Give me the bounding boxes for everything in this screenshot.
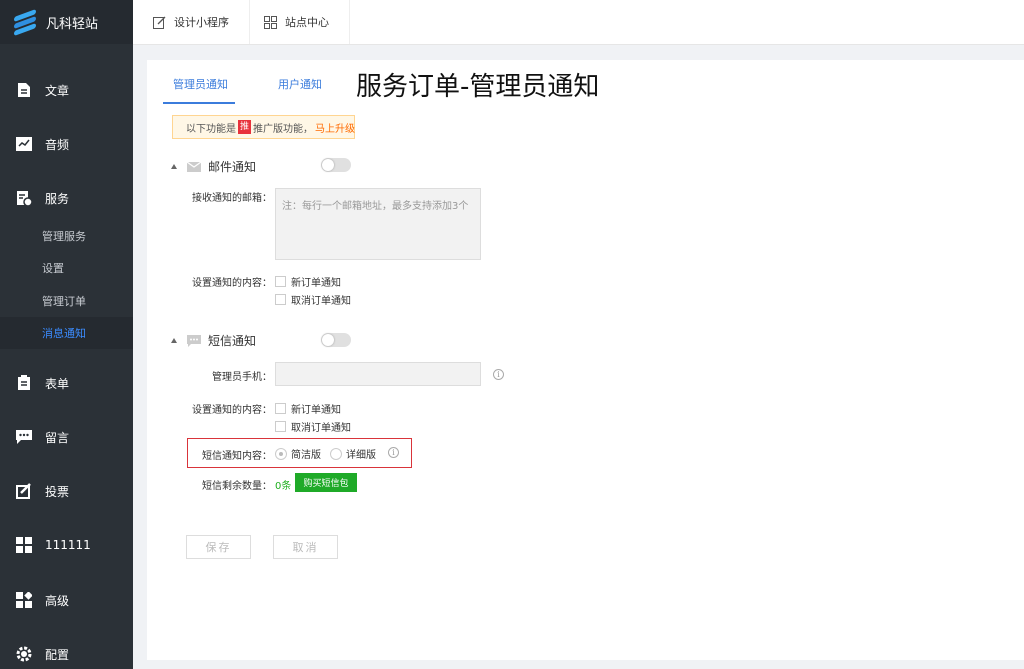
site-center-button[interactable]: 站点中心 <box>244 0 350 44</box>
sidebar-sub-manage-service[interactable]: 管理服务 <box>0 220 133 252</box>
sms-content-label: 设置通知的内容： <box>192 405 272 416</box>
edit-icon <box>153 16 166 29</box>
sidebar-item-service[interactable]: 服务 <box>0 180 133 216</box>
admin-phone-input[interactable] <box>275 362 481 386</box>
content-card: 管理员通知 用户通知 服务订单-管理员通知 以下功能是 推 推广版功能， 马上升… <box>147 60 1024 660</box>
sms-section-header[interactable]: 短信通知 <box>171 332 256 349</box>
sms-toggle[interactable] <box>321 333 351 347</box>
buy-sms-package-button[interactable]: 购买短信包 <box>295 473 357 492</box>
email-input[interactable] <box>275 188 481 260</box>
sms-remaining-label: 短信剩余数量： <box>202 481 272 492</box>
sidebar-item-form[interactable]: 表单 <box>0 365 133 401</box>
logo-icon <box>14 8 36 37</box>
promo-badge: 推 <box>238 120 252 134</box>
sidebar-item-article[interactable]: 文章 <box>0 72 133 108</box>
page-title: 服务订单-管理员通知 <box>356 72 600 102</box>
sms-cancel-order-checkbox[interactable]: 取消订单通知 <box>275 419 351 434</box>
sidebar-item-111111[interactable]: 111111 <box>0 527 133 563</box>
apps-icon <box>264 15 277 29</box>
radio-simple[interactable]: 简洁版 <box>275 446 321 461</box>
collapse-icon <box>171 338 177 343</box>
grid-icon <box>16 537 32 553</box>
form-icon <box>16 375 32 391</box>
email-new-order-checkbox[interactable]: 新订单通知 <box>275 274 341 289</box>
sidebar: 凡科轻站 文章 音频 服务 管理服务 设置 管理订单 消息通知 表单 留言 投票… <box>0 0 133 669</box>
logo[interactable]: 凡科轻站 <box>0 0 133 44</box>
sidebar-item-config[interactable]: 配置 <box>0 636 133 669</box>
upgrade-notice: 以下功能是 推 推广版功能， 马上升级 <box>172 115 355 139</box>
sms-content-type-label: 短信通知内容： <box>202 451 272 462</box>
cancel-button[interactable]: 取消 <box>273 535 338 559</box>
email-content-label: 设置通知的内容： <box>192 278 272 289</box>
design-miniprogram-button[interactable]: 设计小程序 <box>133 0 250 44</box>
email-cancel-order-checkbox[interactable]: 取消订单通知 <box>275 292 351 307</box>
save-button[interactable]: 保存 <box>186 535 251 559</box>
sms-icon <box>187 334 201 347</box>
advanced-icon <box>16 592 32 608</box>
sidebar-item-audio[interactable]: 音频 <box>0 126 133 162</box>
info-icon[interactable]: i <box>388 447 399 458</box>
app-name: 凡科轻站 <box>46 16 99 32</box>
email-receive-label: 接收通知的邮箱： <box>192 193 272 204</box>
sidebar-sub-manage-orders[interactable]: 管理订单 <box>0 285 133 317</box>
audio-icon <box>16 136 32 152</box>
vote-icon <box>16 483 32 499</box>
radio-detailed[interactable]: 详细版 <box>330 446 376 461</box>
message-icon <box>16 429 32 445</box>
tab-admin-notify[interactable]: 管理员通知 <box>173 76 228 92</box>
tab-user-notify[interactable]: 用户通知 <box>278 76 322 92</box>
active-tab-indicator <box>163 102 235 104</box>
info-icon[interactable]: i <box>493 369 504 380</box>
sidebar-item-advanced[interactable]: 高级 <box>0 582 133 618</box>
mail-icon <box>187 161 201 172</box>
sms-remaining-count: 0条 <box>275 481 292 492</box>
document-icon <box>16 82 32 98</box>
email-toggle[interactable] <box>321 158 351 172</box>
upgrade-link[interactable]: 马上升级 <box>315 120 355 135</box>
collapse-icon <box>171 164 177 169</box>
settings-icon <box>16 646 32 662</box>
sidebar-item-vote[interactable]: 投票 <box>0 473 133 509</box>
service-icon <box>16 190 32 206</box>
sidebar-item-message[interactable]: 留言 <box>0 419 133 455</box>
topbar: 设计小程序 站点中心 <box>133 0 1024 45</box>
sidebar-sub-settings[interactable]: 设置 <box>0 252 133 284</box>
sms-new-order-checkbox[interactable]: 新订单通知 <box>275 401 341 416</box>
sidebar-sub-message-notify[interactable]: 消息通知 <box>0 317 133 349</box>
email-section-header[interactable]: 邮件通知 <box>171 158 256 175</box>
admin-phone-label: 管理员手机： <box>212 372 272 383</box>
